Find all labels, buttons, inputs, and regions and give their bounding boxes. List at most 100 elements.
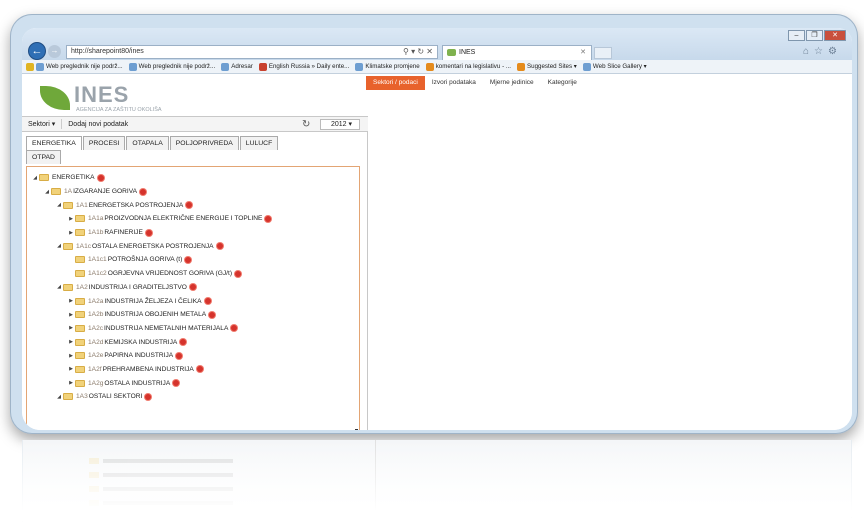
favorites-star-icon[interactable] bbox=[26, 62, 34, 71]
status-dot-icon[interactable] bbox=[145, 229, 152, 236]
tree-node[interactable]: ◢ 1A IZGARANJE GORIVA bbox=[31, 185, 271, 199]
close-button[interactable]: ✕ bbox=[824, 30, 846, 41]
tree-node[interactable]: ▶ 1A2g OSTALA INDUSTRIJA bbox=[31, 376, 271, 390]
app-subtitle: AGENCIJA ZA ZAŠTITU OKOLIŠA bbox=[76, 107, 162, 113]
tree-node[interactable]: ◢ ENERGETIKA bbox=[31, 171, 271, 185]
tree-node[interactable]: ◢ 1A1c OSTALA ENERGETSKA POSTROJENJA bbox=[31, 239, 271, 253]
address-book-icon bbox=[221, 62, 230, 71]
favorite-link[interactable]: Web preglednik nije podrž... bbox=[128, 62, 215, 71]
status-dot-icon[interactable] bbox=[186, 202, 193, 209]
search-refresh-icons[interactable]: ⚲ ▾ ↻ ✕ bbox=[403, 46, 433, 58]
category-label: OSTALA ENERGETSKA POSTROJENJA bbox=[92, 242, 214, 250]
tab-procesi[interactable]: PROCESI bbox=[82, 136, 126, 150]
status-dot-icon[interactable] bbox=[265, 215, 272, 222]
favorite-link[interactable]: Web preglednik nije podrž... bbox=[36, 62, 123, 71]
tab-lulucf[interactable]: LULUCF bbox=[239, 136, 279, 150]
tab-poljoprivreda[interactable]: POLJOPRIVREDA bbox=[169, 136, 239, 150]
expand-arrow-icon[interactable]: ▶ bbox=[67, 325, 75, 331]
nav-sektori-podaci[interactable]: Sektori / podaci bbox=[366, 76, 425, 90]
tab-otpad[interactable]: OTPAD bbox=[26, 150, 61, 164]
favorite-link[interactable]: English Russia » Daily ente... bbox=[258, 62, 349, 71]
browser-tool-icons[interactable]: ⌂☆⚙ bbox=[803, 46, 842, 57]
tab-close-icon[interactable]: ✕ bbox=[580, 46, 586, 59]
category-label: OGRJEVNA VRIJEDNOST GORIVA (GJ/t) bbox=[107, 270, 233, 278]
screenshot-frame: ‒ ❐ ✕ ← → http://sharepoint80/ines ⚲ ▾ ↻… bbox=[10, 14, 858, 434]
tree-node[interactable]: ▶ 1A2c INDUSTRIJA NEMETALNIH MATERIJALA bbox=[31, 322, 271, 336]
tree-node[interactable]: 1A1c2 OGRJEVNA VRIJEDNOST GORIVA (GJ/t) bbox=[31, 267, 271, 281]
restore-button[interactable]: ❐ bbox=[806, 30, 823, 41]
address-bar[interactable]: http://sharepoint80/ines ⚲ ▾ ↻ ✕ bbox=[66, 45, 438, 59]
status-dot-icon[interactable] bbox=[196, 366, 203, 373]
add-new-data-button[interactable]: Dodaj novi podatak bbox=[62, 121, 134, 128]
minimize-button[interactable]: ‒ bbox=[788, 30, 805, 41]
folder-icon bbox=[75, 229, 85, 237]
site-icon bbox=[425, 62, 434, 71]
expand-arrow-icon[interactable]: ◢ bbox=[43, 189, 51, 195]
status-dot-icon[interactable] bbox=[235, 270, 242, 277]
tree-node[interactable]: ◢ 1A1 ENERGETSKA POSTROJENJA bbox=[31, 198, 271, 212]
sektori-dropdown[interactable]: Sektori ▾ bbox=[22, 120, 61, 128]
tree-node[interactable]: ◢ 1A2 INDUSTRIJA I GRADITELJSTVO bbox=[31, 281, 271, 295]
tree-node[interactable]: ◢ 1A3 OSTALI SEKTORI bbox=[31, 390, 271, 404]
tree-node[interactable]: ▶ 1A2e PAPIRNA INDUSTRIJA bbox=[31, 349, 271, 363]
page-content: INES AGENCIJA ZA ZAŠTITU OKOLIŠA Sektori… bbox=[22, 74, 852, 430]
tree-node[interactable]: 1A1c1 POTROŠNJA GORIVA (t) bbox=[31, 253, 271, 267]
tree-node[interactable]: ▶ 1A2a INDUSTRIJA ŽELJEZA I ČELIKA bbox=[31, 294, 271, 308]
status-dot-icon[interactable] bbox=[185, 256, 192, 263]
status-dot-icon[interactable] bbox=[180, 339, 187, 346]
status-dot-icon[interactable] bbox=[176, 352, 183, 359]
expand-arrow-icon[interactable]: ▶ bbox=[67, 312, 75, 318]
category-code: 1A1 bbox=[76, 201, 88, 209]
tree-node[interactable]: ▶ 1A2b INDUSTRIJA OBOJENIH METALA bbox=[31, 308, 271, 322]
favorite-link[interactable]: Klimatske promjene bbox=[355, 62, 420, 71]
browser-tab-ines[interactable]: INES ✕ bbox=[442, 45, 592, 60]
expand-arrow-icon[interactable]: ▶ bbox=[67, 298, 75, 304]
back-arrow-icon[interactable]: ← bbox=[28, 42, 46, 60]
tree-node[interactable]: ▶ 1A1b RAFINERIJE bbox=[31, 226, 271, 240]
expand-arrow-icon[interactable]: ▶ bbox=[67, 380, 75, 386]
new-tab-button[interactable] bbox=[594, 47, 612, 59]
tab-otapala[interactable]: OTAPALA bbox=[126, 136, 169, 150]
expand-arrow-icon[interactable]: ▶ bbox=[67, 353, 75, 359]
expand-arrow-icon[interactable]: ◢ bbox=[55, 243, 63, 249]
expand-arrow-icon[interactable]: ▶ bbox=[67, 216, 75, 222]
status-dot-icon[interactable] bbox=[173, 380, 180, 387]
tree-node[interactable]: ▶ 1A1a PROIZVODNJA ELEKTRIČNE ENERGIJE I T… bbox=[31, 212, 272, 226]
category-code: 1A2f bbox=[88, 365, 102, 373]
category-label: IZGARANJE GORIVA bbox=[73, 188, 138, 196]
tab-title: INES bbox=[459, 49, 476, 56]
tree-node[interactable]: ▶ 1A2d KEMIJSKA INDUSTRIJA bbox=[31, 335, 271, 349]
expand-arrow-icon[interactable]: ▶ bbox=[67, 230, 75, 236]
status-dot-icon[interactable] bbox=[140, 188, 147, 195]
favorite-link[interactable]: Adresar bbox=[221, 62, 253, 71]
expand-arrow-icon[interactable]: ▶ bbox=[67, 366, 75, 372]
status-dot-icon[interactable] bbox=[209, 311, 216, 318]
browser-window: ‒ ❐ ✕ ← → http://sharepoint80/ines ⚲ ▾ ↻… bbox=[22, 28, 852, 430]
favorite-link[interactable]: Web Slice Gallery ▾ bbox=[582, 62, 647, 71]
expand-arrow-icon[interactable]: ◢ bbox=[55, 284, 63, 290]
expand-arrow-icon[interactable]: ◢ bbox=[55, 202, 63, 208]
status-dot-icon[interactable] bbox=[145, 393, 152, 400]
status-dot-icon[interactable] bbox=[216, 243, 223, 250]
status-dot-icon[interactable] bbox=[97, 174, 104, 181]
category-tree-container: ◢ ENERGETIKA ◢ 1A IZGARANJE GORIVA ◢ 1A1 ENERGE… bbox=[26, 166, 360, 430]
nav-izvori-podataka[interactable]: Izvori podataka bbox=[425, 76, 483, 90]
forward-arrow-icon[interactable]: → bbox=[48, 45, 61, 58]
page-icon bbox=[128, 62, 137, 71]
year-select[interactable]: 2012 ▾ bbox=[320, 119, 360, 130]
refresh-icon[interactable]: ↻ bbox=[302, 117, 310, 133]
tab-energetika[interactable]: ENERGETIKA bbox=[26, 136, 82, 150]
tree-node[interactable]: ▶ 1A2f PREHRAMBENA INDUSTRIJA bbox=[31, 363, 271, 377]
expand-arrow-icon[interactable]: ▶ bbox=[67, 339, 75, 345]
nav-kategorije[interactable]: Kategorije bbox=[541, 76, 584, 90]
status-dot-icon[interactable] bbox=[231, 325, 238, 332]
scrollbar-thumb[interactable] bbox=[355, 429, 358, 430]
expand-arrow-icon[interactable]: ◢ bbox=[55, 394, 63, 400]
folder-icon bbox=[39, 174, 49, 182]
expand-arrow-icon[interactable]: ◢ bbox=[31, 175, 39, 181]
nav-mjerne-jedinice[interactable]: Mjerne jedinice bbox=[483, 76, 541, 90]
status-dot-icon[interactable] bbox=[204, 298, 211, 305]
status-dot-icon[interactable] bbox=[189, 284, 196, 291]
favorite-link[interactable]: Suggested Sites ▾ bbox=[517, 62, 577, 71]
favorite-link[interactable]: komentari na legislativu - ... bbox=[425, 62, 511, 71]
